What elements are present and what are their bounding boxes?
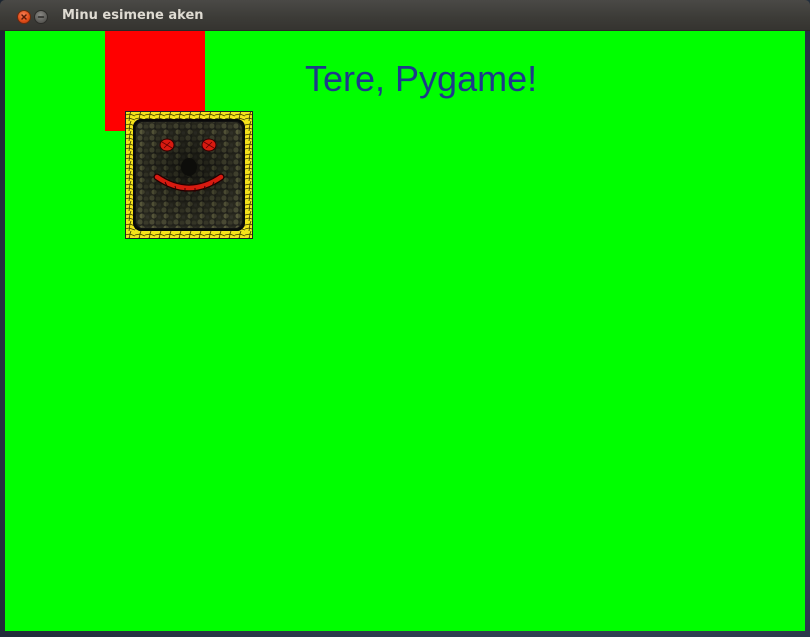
app-window: Minu esimene aken Tere, Pygame! — [0, 0, 810, 637]
window-titlebar[interactable]: Minu esimene aken — [0, 0, 810, 31]
game-canvas[interactable]: Tere, Pygame! — [5, 31, 805, 631]
window-title: Minu esimene aken — [62, 8, 204, 23]
close-button[interactable] — [17, 10, 31, 24]
smiley-mosaic-icon — [125, 111, 253, 239]
minimize-icon — [37, 16, 45, 18]
minimize-button[interactable] — [34, 10, 48, 24]
greeting-text: Tere, Pygame! — [305, 58, 538, 99]
close-icon — [21, 14, 27, 20]
